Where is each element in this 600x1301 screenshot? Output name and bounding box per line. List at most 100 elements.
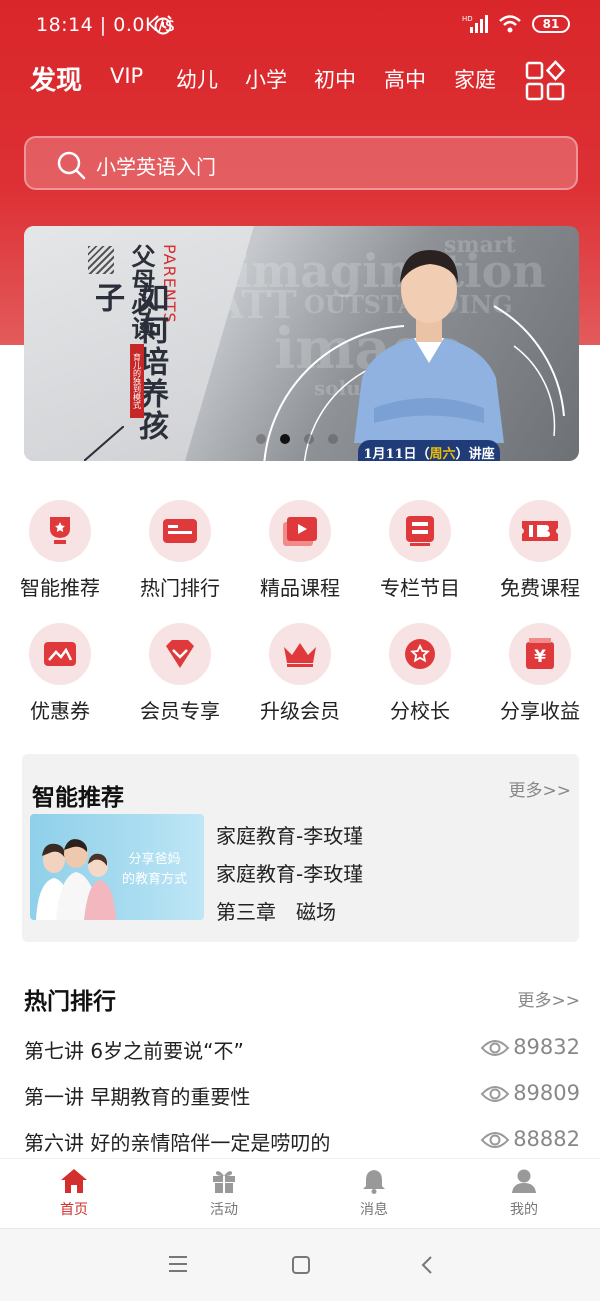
category-grid-icon[interactable] [524, 60, 566, 102]
gift-icon [210, 1167, 238, 1195]
grid-item-premium-course[interactable]: 精品课程 [240, 500, 360, 601]
hot-more-link[interactable]: 更多>> [518, 986, 581, 1011]
yuan-bag-icon: ¥ [509, 623, 571, 685]
grid-item-label: 免费课程 [500, 576, 580, 600]
system-navigation-bar [0, 1228, 600, 1301]
promo-banner[interactable]: imagination OUTSTANDING image smart ATT … [24, 226, 579, 461]
grid-item-label: 会员专享 [140, 699, 220, 723]
banner-dot[interactable] [328, 434, 338, 444]
bottom-tab-label: 首页 [60, 1202, 88, 1218]
grid-item-label: 精品课程 [260, 576, 340, 600]
gem-icon [149, 623, 211, 685]
recommend-line[interactable]: 家庭教育-李玫瑾 [216, 858, 363, 887]
banner-pagination [256, 434, 338, 444]
tab-vip[interactable]: VIP [110, 64, 143, 88]
grid-item-hot-ranking[interactable]: 热门排行 [120, 500, 240, 601]
hot-ranking-row[interactable]: 第七讲 6岁之前要说“不” 89832 [24, 1033, 580, 1067]
wifi-icon [499, 15, 521, 33]
bottom-tab-me[interactable]: 我的 [474, 1167, 574, 1219]
back-icon[interactable] [420, 1255, 434, 1275]
card-icon [149, 500, 211, 562]
hot-row-title: 第七讲 6岁之前要说“不” [24, 1039, 244, 1063]
hot-ranking-row[interactable]: 第一讲 早期教育的重要性 89809 [24, 1079, 580, 1113]
banner-dot[interactable] [256, 434, 266, 444]
banner-slash-decoration [84, 426, 124, 461]
eye-icon [480, 1132, 510, 1148]
banner-date: 1月11日（ 周六 ）讲座 [358, 440, 500, 461]
svg-text:HD: HD [462, 15, 473, 23]
menu-icon[interactable] [168, 1255, 188, 1273]
teacher-photo [354, 250, 504, 443]
banner-date-highlight: 周六 [429, 446, 456, 462]
bottom-tab-label: 消息 [360, 1202, 388, 1218]
home-icon [60, 1167, 88, 1195]
hot-row-views: 88882 [513, 1127, 580, 1151]
search-bar[interactable]: 小学英语入门 [24, 136, 578, 190]
status-bar: 18:14 | 0.0K/s HD 81 [0, 0, 600, 52]
star-badge-icon [389, 623, 451, 685]
video-icon [269, 500, 331, 562]
smart-recommend-section: 智能推荐 更多>> 分享爸妈 的教育方式 家庭教育-李玫瑾 家庭教育-李玫瑾 第… [22, 754, 579, 942]
search-icon [57, 151, 86, 180]
banner-dot-active[interactable] [280, 434, 290, 444]
hot-row-title: 第六讲 好的亲情陪伴一定是唠叨的 [24, 1131, 331, 1155]
more-link[interactable]: 更多>> [509, 776, 572, 801]
banner-dot[interactable] [304, 434, 314, 444]
grid-item-member-exclusive[interactable]: 会员专享 [120, 623, 240, 724]
banner-red-tag: 育儿的独到模式 [130, 344, 144, 418]
column-icon [389, 500, 451, 562]
grid-item-label: 分享收益 [500, 699, 580, 723]
tab-family[interactable]: 家庭 [454, 64, 496, 94]
banner-date-suffix: ）讲座 [455, 446, 495, 462]
banner-date-prefix: 1月11日（ [363, 446, 430, 462]
grid-item-label: 升级会员 [260, 699, 340, 723]
recommend-line[interactable]: 第三章 磁场 [216, 896, 336, 925]
battery-indicator: 81 [532, 15, 570, 33]
coupon-icon [29, 623, 91, 685]
hot-ranking-title: 热门排行 [24, 989, 116, 1015]
grid-item-label: 专栏节目 [380, 576, 460, 600]
grid-item-upgrade-member[interactable]: 升级会员 [240, 623, 360, 724]
svg-text:¥: ¥ [534, 647, 546, 667]
tab-preschool[interactable]: 幼儿 [176, 64, 218, 94]
thumbnail-caption-line: 分享爸妈 [128, 852, 181, 867]
grid-item-branch-head[interactable]: 分校长 [360, 623, 480, 724]
section-title: 智能推荐 [32, 785, 124, 811]
family-photo [36, 839, 116, 920]
grid-item-coupon[interactable]: 优惠券 [0, 623, 120, 724]
bottom-tab-activity[interactable]: 活动 [174, 1167, 274, 1219]
grid-item-smart-recommend[interactable]: 智能推荐 [0, 500, 120, 601]
grid-item-share-earnings[interactable]: ¥ 分享收益 [480, 623, 600, 724]
thumbnail-caption-line: 的教育方式 [122, 872, 188, 887]
grid-item-column[interactable]: 专栏节目 [360, 500, 480, 601]
grid-item-label: 智能推荐 [20, 576, 100, 600]
hot-row-views: 89832 [513, 1035, 580, 1059]
trophy-icon [29, 500, 91, 562]
recommend-line[interactable]: 家庭教育-李玫瑾 [216, 820, 363, 849]
bottom-tab-label: 我的 [510, 1202, 538, 1218]
bell-icon [360, 1167, 388, 1195]
crown-icon [269, 623, 331, 685]
eye-icon [480, 1040, 510, 1056]
category-tabs: 发现 VIP 幼儿 小学 初中 高中 家庭 [0, 58, 600, 104]
ticket-icon [509, 500, 571, 562]
grid-item-free-course[interactable]: 免费课程 [480, 500, 600, 601]
grid-item-label: 分校长 [390, 699, 450, 723]
home-square-icon[interactable] [291, 1255, 311, 1275]
tab-discover[interactable]: 发现 [30, 60, 82, 97]
tab-junior-high[interactable]: 初中 [314, 64, 356, 94]
eye-icon [480, 1086, 510, 1102]
grid-item-label: 热门排行 [140, 576, 220, 600]
alarm-icon [154, 15, 172, 35]
bottom-tab-home[interactable]: 首页 [24, 1167, 124, 1219]
tab-primary[interactable]: 小学 [245, 64, 287, 94]
recommend-thumbnail[interactable]: 分享爸妈 的教育方式 [30, 814, 204, 920]
signal-icon: HD [462, 15, 488, 33]
bottom-tab-bar: 首页 活动 消息 我的 [0, 1158, 600, 1228]
search-input[interactable]: 小学英语入门 [96, 151, 216, 180]
bottom-tab-messages[interactable]: 消息 [324, 1167, 424, 1219]
tab-senior-high[interactable]: 高中 [384, 64, 426, 94]
banner-hatch-decoration [88, 246, 114, 274]
hot-ranking-row[interactable]: 第六讲 好的亲情陪伴一定是唠叨的 88882 [24, 1125, 580, 1159]
user-icon [510, 1167, 538, 1195]
